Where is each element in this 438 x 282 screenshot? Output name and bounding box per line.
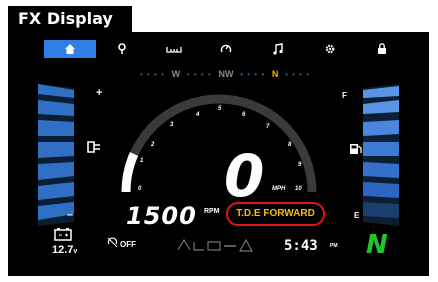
gear-indicator: N <box>366 230 388 260</box>
trim-down-label: – <box>67 209 73 221</box>
fuel-segment <box>363 182 399 198</box>
tick-label: 5 <box>218 106 222 112</box>
tick-label: 1 <box>140 158 144 164</box>
tick-label: 0 <box>138 186 142 192</box>
fuel-segment-empty <box>363 202 399 218</box>
speed-readout: 0 <box>224 142 265 210</box>
tick-label: 4 <box>195 112 200 118</box>
fuel-segment <box>363 120 399 136</box>
fuel-pump-icon <box>350 144 362 154</box>
fuel-full-label: F <box>342 91 347 100</box>
fuel-segment <box>363 142 399 156</box>
tick-label: 2 <box>150 142 155 148</box>
battery-icon <box>54 228 72 241</box>
tick-label: 3 <box>170 122 174 128</box>
trim-segment <box>38 120 74 136</box>
clock-time: 5:43 <box>284 238 318 254</box>
clock-ampm: PM <box>330 243 338 249</box>
tach-off-label: OFF <box>120 240 136 249</box>
temperature-icon <box>193 242 204 251</box>
warning-indicators <box>177 238 254 252</box>
trim-gauge-left <box>38 84 74 226</box>
tick-label: 7 <box>266 124 270 130</box>
tachometer-fill <box>121 152 139 193</box>
fuel-empty-label: E <box>354 211 360 220</box>
oil-icon <box>207 241 221 251</box>
fuel-labels: F E <box>342 91 360 220</box>
tick-label: 9 <box>298 162 302 168</box>
engine-icon <box>177 238 191 251</box>
tick-label: 8 <box>288 142 292 148</box>
trim-icon <box>87 141 100 153</box>
drive-mode-badge[interactable]: T.D.E FORWARD <box>226 202 325 226</box>
fuel-segment <box>363 162 399 178</box>
speed-unit: MPH <box>272 186 286 192</box>
battery-voltage: 12.7v <box>52 244 78 256</box>
trim-segment <box>38 142 74 158</box>
trim-up-label: + <box>96 87 102 99</box>
rpm-unit: RPM <box>204 208 220 215</box>
tachometer-off-icon <box>107 237 118 248</box>
fuel-gauge-right <box>363 84 399 226</box>
tick-label: 6 <box>242 112 246 118</box>
display-title: FX Display <box>8 6 132 32</box>
fx-display-screen: • • • • W • • • • NW • • • • N • • • • 0… <box>8 32 429 276</box>
tick-label: 10 <box>295 186 302 192</box>
rpm-readout: 1500 <box>126 202 197 230</box>
warning-icon <box>238 238 254 252</box>
